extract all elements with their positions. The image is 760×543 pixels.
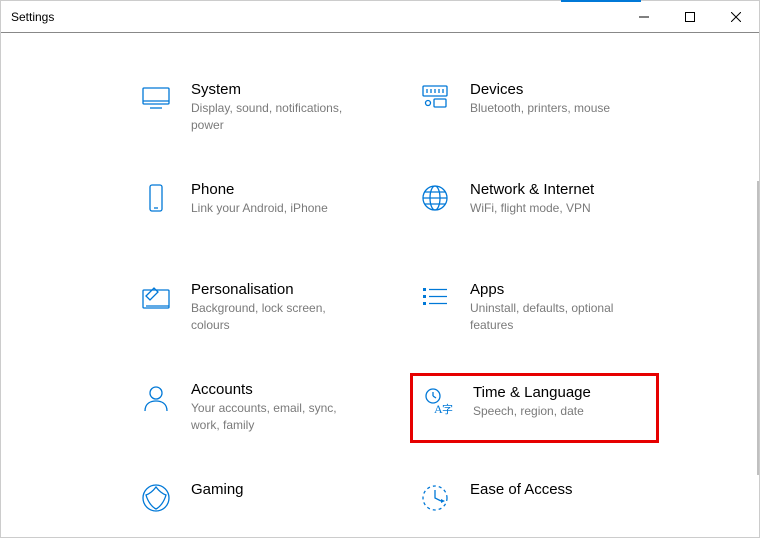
category-title: Gaming [191, 481, 244, 498]
titlebar: Settings [1, 1, 759, 33]
devices-icon [418, 81, 452, 115]
category-title: Ease of Access [470, 481, 573, 498]
category-desc: Bluetooth, printers, mouse [470, 100, 610, 117]
network-icon [418, 181, 452, 215]
system-icon [139, 81, 173, 115]
personalisation-icon [139, 281, 173, 315]
category-ease-of-access[interactable]: Ease of Access [410, 473, 659, 543]
window-title: Settings [1, 10, 54, 24]
category-time-language[interactable]: A字 Time & Language Speech, region, date [410, 373, 659, 443]
scrollbar[interactable] [757, 181, 759, 475]
window-controls [621, 1, 759, 33]
time-language-icon: A字 [421, 384, 455, 418]
category-title: System [191, 81, 361, 98]
category-network[interactable]: Network & Internet WiFi, flight mode, VP… [410, 173, 659, 243]
svg-text:字: 字 [442, 402, 453, 416]
minimize-button[interactable] [621, 1, 667, 33]
category-grid: System Display, sound, notifications, po… [1, 73, 759, 543]
category-title: Time & Language [473, 384, 591, 401]
category-title: Personalisation [191, 281, 361, 298]
gaming-icon [139, 481, 173, 515]
category-gaming[interactable]: Gaming [131, 473, 380, 543]
category-desc: Speech, region, date [473, 403, 591, 420]
maximize-button[interactable] [667, 1, 713, 33]
category-title: Network & Internet [470, 181, 594, 198]
accounts-icon [139, 381, 173, 415]
category-personalisation[interactable]: Personalisation Background, lock screen,… [131, 273, 380, 343]
phone-icon [139, 181, 173, 215]
category-desc: Background, lock screen, colours [191, 300, 361, 334]
category-title: Devices [470, 81, 610, 98]
settings-content: System Display, sound, notifications, po… [1, 33, 759, 537]
ease-of-access-icon [418, 481, 452, 515]
category-devices[interactable]: Devices Bluetooth, printers, mouse [410, 73, 659, 143]
category-desc: Your accounts, email, sync, work, family [191, 400, 361, 434]
category-desc: Display, sound, notifications, power [191, 100, 361, 134]
apps-icon [418, 281, 452, 315]
category-title: Phone [191, 181, 328, 198]
category-desc: Link your Android, iPhone [191, 200, 328, 217]
category-title: Apps [470, 281, 640, 298]
close-button[interactable] [713, 1, 759, 33]
category-title: Accounts [191, 381, 361, 398]
category-desc: WiFi, flight mode, VPN [470, 200, 594, 217]
category-desc: Uninstall, defaults, optional features [470, 300, 640, 334]
category-system[interactable]: System Display, sound, notifications, po… [131, 73, 380, 143]
category-accounts[interactable]: Accounts Your accounts, email, sync, wor… [131, 373, 380, 443]
category-phone[interactable]: Phone Link your Android, iPhone [131, 173, 380, 243]
category-apps[interactable]: Apps Uninstall, defaults, optional featu… [410, 273, 659, 343]
